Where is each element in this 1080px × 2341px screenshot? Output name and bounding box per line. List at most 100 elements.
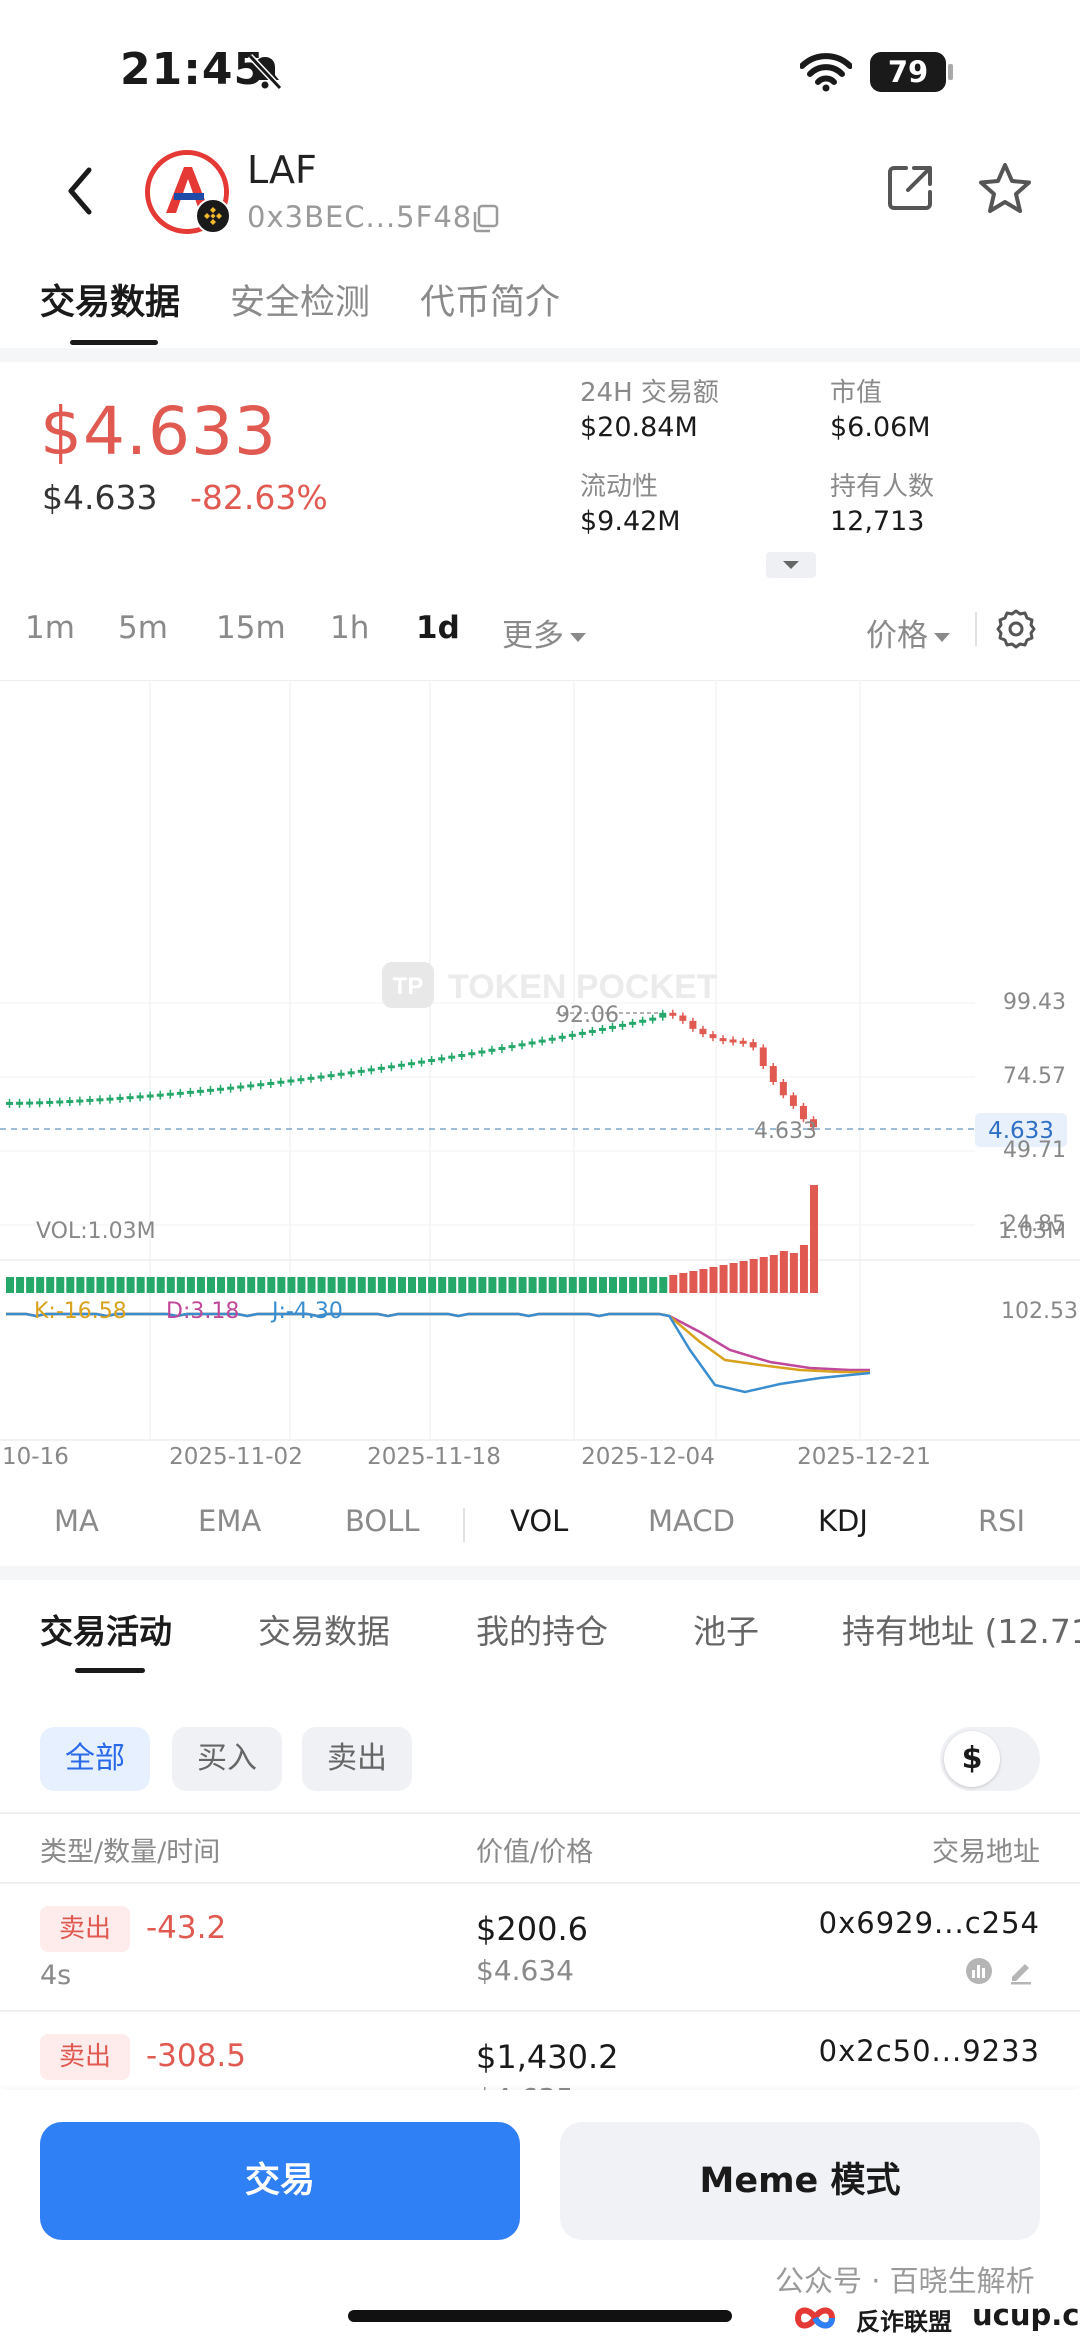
back-button[interactable] [55, 158, 105, 224]
sell-badge: 卖出 [40, 2034, 130, 2080]
star-icon[interactable] [976, 160, 1034, 218]
volume-bar [518, 1277, 527, 1293]
candle [297, 1078, 305, 1082]
y-tick: 99.43 [1003, 990, 1066, 1015]
copy-icon[interactable] [470, 202, 502, 234]
tab-trade-stats[interactable]: 交易数据 [258, 1605, 390, 1653]
volume-bar [629, 1277, 638, 1293]
price-type-select[interactable]: 价格 [866, 610, 950, 655]
column-address: 交易地址 [932, 1837, 1040, 1868]
filter-buy[interactable]: 买入 [172, 1727, 282, 1791]
volume-bar [528, 1277, 537, 1293]
indicator-boll[interactable]: BOLL [345, 1504, 420, 1538]
volume-bar [317, 1277, 326, 1293]
candle [488, 1048, 496, 1052]
volume-bar [166, 1277, 175, 1293]
token-address[interactable]: 0x3BEC...5F48 [247, 200, 472, 234]
indicator-rsi[interactable]: RSI [978, 1504, 1025, 1538]
tab-holder-addresses[interactable]: 持有地址 (12.71 [842, 1605, 1080, 1653]
more-label: 更多 [502, 618, 564, 654]
volume-bar [619, 1277, 628, 1293]
volume-bar [36, 1277, 45, 1293]
token-detail-page: 21:45 79 LAF 0x3BEC...5F48 交易数据 安全检测 代币简… [0, 0, 1080, 2341]
volume-bar [267, 1277, 276, 1293]
volume-label: VOL:1.03M [36, 1219, 156, 1244]
volume-bar [649, 1277, 658, 1293]
candle [46, 1100, 54, 1104]
holders-value: 12,713 [830, 506, 925, 537]
candle [558, 1035, 566, 1039]
tab-security-check[interactable]: 安全检测 [230, 274, 370, 325]
trade-button[interactable]: 交易 [40, 2122, 520, 2240]
price-change: -82.63% [190, 478, 328, 517]
tab-my-holdings[interactable]: 我的持仓 [476, 1605, 608, 1653]
watermark-brand: 反诈联盟 [856, 2308, 952, 2336]
volume-bar [588, 1277, 597, 1293]
volume-bar [498, 1277, 507, 1293]
candle [317, 1075, 325, 1079]
currency-toggle[interactable]: $ [940, 1727, 1040, 1791]
expand-stats-button[interactable] [766, 552, 816, 578]
volume-bar [66, 1277, 75, 1293]
activity-tab-underline [75, 1668, 145, 1673]
indicator-kdj[interactable]: KDJ [818, 1504, 868, 1538]
x-tick: 2025-12-21 [797, 1444, 931, 1470]
volume-bar [56, 1277, 65, 1293]
filter-all[interactable]: 全部 [40, 1727, 150, 1791]
current-price: $4.633 [40, 393, 277, 470]
timeframe-5m[interactable]: 5m [118, 610, 168, 646]
volume-bar [749, 1259, 758, 1293]
indicator-macd[interactable]: MACD [648, 1504, 735, 1538]
candle [86, 1098, 94, 1102]
chart-bubble-icon[interactable] [964, 1956, 994, 1986]
kdj-j-label: J:-4.30 [270, 1299, 343, 1324]
section-divider [0, 1566, 1080, 1580]
candle [156, 1093, 164, 1097]
candle [538, 1039, 546, 1043]
tab-trade-data[interactable]: 交易数据 [40, 274, 180, 325]
volume-bar [729, 1263, 738, 1293]
price-usd: $4.633 [42, 478, 158, 517]
price-chart[interactable]: TP TOKEN POCKET 92.06 4.633 4.633 99.43 … [0, 680, 1080, 1480]
timeframe-1d[interactable]: 1d [416, 610, 460, 646]
candle [669, 1012, 677, 1016]
x-tick: 2025-12-04 [581, 1444, 715, 1470]
tab-token-intro[interactable]: 代币简介 [420, 274, 560, 325]
gear-icon[interactable] [995, 608, 1037, 650]
volume-bar [639, 1277, 648, 1293]
volume-bar [26, 1277, 35, 1293]
wechat-account-watermark: 公众号 · 百晓生解析 [775, 2264, 1035, 2298]
share-icon[interactable] [882, 160, 938, 216]
timeframe-1h[interactable]: 1h [330, 610, 369, 646]
edit-icon[interactable] [1006, 1956, 1036, 1986]
wifi-icon [800, 53, 852, 92]
candle [709, 1034, 717, 1039]
indicator-vol[interactable]: VOL [510, 1504, 568, 1538]
trade-address[interactable]: 0x6929...c254 [819, 1906, 1040, 1940]
volume-bar [609, 1277, 617, 1293]
trade-address[interactable]: 0x2c50...9233 [819, 2034, 1040, 2068]
volume-bar [227, 1277, 236, 1293]
indicator-ema[interactable]: EMA [198, 1504, 261, 1538]
kdj-series [6, 1312, 871, 1394]
timeframe-15m[interactable]: 15m [216, 610, 286, 646]
volume-bar [478, 1277, 487, 1293]
meme-mode-button[interactable]: Meme 模式 [560, 2122, 1040, 2240]
status-time: 21:45 [120, 44, 266, 95]
volume-bar [106, 1277, 115, 1293]
trade-price: $4.634 [476, 1954, 574, 1987]
timeframe-more[interactable]: 更多 [502, 610, 586, 655]
column-type: 类型/数量/时间 [40, 1837, 221, 1868]
candle [367, 1068, 375, 1072]
market-cap-label: 市值 [830, 378, 883, 408]
indicator-ma[interactable]: MA [54, 1504, 99, 1538]
tab-trade-activity[interactable]: 交易活动 [40, 1605, 172, 1653]
volume-bar [237, 1277, 246, 1293]
candle [247, 1084, 255, 1088]
tab-pools[interactable]: 池子 [693, 1605, 759, 1653]
volume-bar [769, 1255, 778, 1293]
volume-bar [247, 1277, 256, 1293]
volume-bar [397, 1277, 406, 1293]
timeframe-1m[interactable]: 1m [25, 610, 75, 646]
filter-sell[interactable]: 卖出 [302, 1727, 412, 1791]
